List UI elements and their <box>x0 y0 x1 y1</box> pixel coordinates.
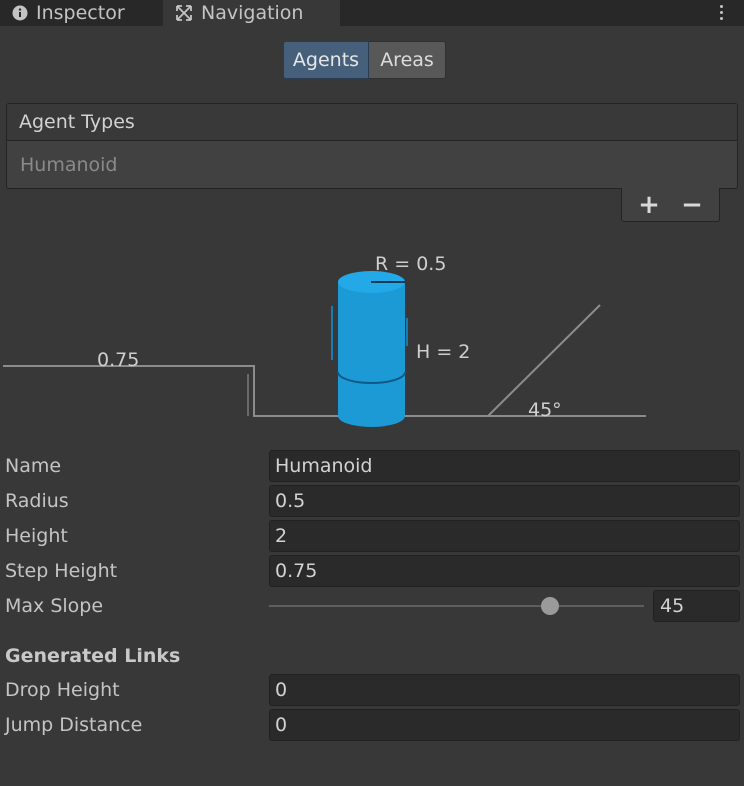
tab-navigation-label: Navigation <box>201 2 304 24</box>
more-options-icon[interactable] <box>716 0 726 24</box>
drop-height-field[interactable]: 0 <box>269 674 740 706</box>
tab-inspector[interactable]: Inspector <box>0 0 160 26</box>
agent-types-list: Agent Types Humanoid <box>6 103 738 189</box>
agent-diagram: R = 0.5 H = 2 0.75 45° <box>3 253 646 427</box>
max-slope-label: Max Slope <box>5 595 104 617</box>
jump-distance-row: Jump Distance 0 <box>0 709 744 741</box>
max-slope-slider-thumb[interactable] <box>541 597 560 615</box>
list-item[interactable]: Humanoid <box>7 141 737 188</box>
height-label: H = 2 <box>416 341 470 363</box>
tab-navigation[interactable]: Navigation <box>163 0 340 26</box>
agents-areas-toggle: Agents Areas <box>283 41 446 79</box>
radius-label: R = 0.5 <box>375 253 446 275</box>
navigation-icon <box>175 4 193 22</box>
height-label: Height <box>5 525 68 547</box>
max-slope-row: Max Slope 45 <box>0 590 744 622</box>
name-field[interactable]: Humanoid <box>269 450 740 482</box>
agent-types-header: Agent Types <box>7 104 737 141</box>
agents-button[interactable]: Agents <box>283 41 369 79</box>
tab-bar: Inspector Navigation <box>0 0 744 26</box>
radius-field[interactable]: 0.5 <box>269 485 740 517</box>
max-slope-slider-track[interactable] <box>269 605 644 607</box>
tab-inspector-label: Inspector <box>36 2 125 24</box>
step-height-row: Step Height 0.75 <box>0 555 744 587</box>
slope-label: 45° <box>528 399 562 421</box>
jump-distance-label: Jump Distance <box>5 714 143 736</box>
name-row: Name Humanoid <box>0 450 744 482</box>
jump-distance-field[interactable]: 0 <box>269 709 740 741</box>
step-height-label: 0.75 <box>97 349 139 371</box>
remove-agent-button[interactable]: − <box>677 188 707 222</box>
list-controls: + − <box>621 188 720 222</box>
step-height-label: Step Height <box>5 560 118 582</box>
radius-label: Radius <box>5 490 69 512</box>
info-icon <box>12 5 28 21</box>
height-field[interactable]: 2 <box>269 520 740 552</box>
add-agent-button[interactable]: + <box>634 188 664 222</box>
step-height-field[interactable]: 0.75 <box>269 555 740 587</box>
generated-links-title: Generated Links <box>5 645 181 667</box>
agent-cylinder <box>331 271 408 427</box>
drop-height-row: Drop Height 0 <box>0 674 744 706</box>
radius-row: Radius 0.5 <box>0 485 744 517</box>
areas-button[interactable]: Areas <box>369 41 446 79</box>
height-row: Height 2 <box>0 520 744 552</box>
name-label: Name <box>5 455 62 477</box>
drop-height-label: Drop Height <box>5 679 120 701</box>
max-slope-field[interactable]: 45 <box>653 590 740 622</box>
